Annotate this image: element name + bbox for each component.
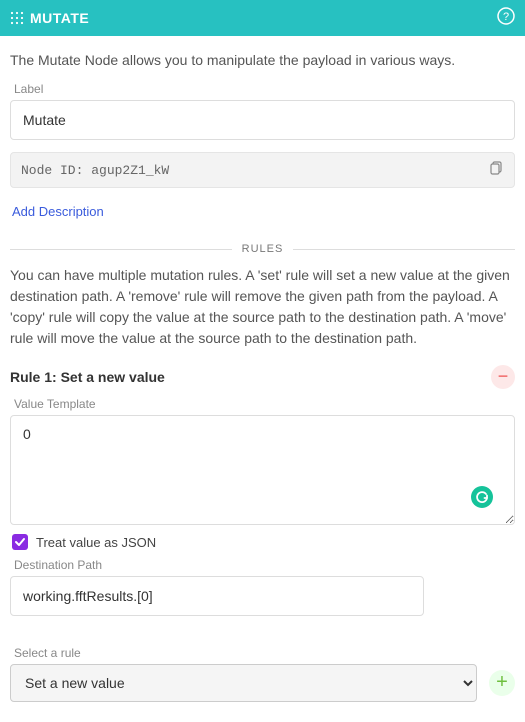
plus-icon: + (496, 672, 508, 692)
node-id-value: agup2Z1_kW (91, 163, 169, 178)
select-rule-row: Set a new value + (10, 664, 515, 702)
add-rule-button[interactable]: + (489, 670, 515, 696)
divider-line-right (293, 249, 515, 250)
rules-divider: RULES (10, 243, 515, 255)
remove-rule-button[interactable]: − (491, 365, 515, 389)
copy-icon[interactable] (490, 161, 504, 179)
treat-json-checkbox[interactable] (12, 534, 28, 550)
divider-line-left (10, 249, 232, 250)
label-field-label: Label (14, 82, 515, 96)
svg-text:?: ? (503, 11, 509, 23)
header-left: MUTATE (10, 10, 89, 26)
help-icon[interactable]: ? (497, 7, 515, 30)
rule-type-select[interactable]: Set a new value (10, 664, 477, 702)
destination-path-input[interactable] (10, 576, 424, 616)
value-template-label: Value Template (14, 397, 515, 411)
grammarly-icon[interactable] (471, 486, 493, 508)
value-template-wrap: 0 (10, 415, 515, 528)
mutate-icon (10, 11, 24, 25)
add-description-link[interactable]: Add Description (12, 204, 104, 219)
panel-title: MUTATE (30, 10, 89, 26)
value-template-input[interactable]: 0 (10, 415, 515, 525)
label-input[interactable] (10, 100, 515, 140)
node-id-text: Node ID: agup2Z1_kW (21, 163, 169, 178)
select-rule-label: Select a rule (14, 646, 515, 660)
rule-1-title: Rule 1: Set a new value (10, 369, 165, 385)
minus-icon: − (498, 367, 509, 385)
rules-description: You can have multiple mutation rules. A … (10, 265, 515, 349)
rules-heading: RULES (242, 243, 284, 255)
treat-json-label: Treat value as JSON (36, 535, 156, 550)
destination-path-label: Destination Path (14, 558, 515, 572)
panel-content: The Mutate Node allows you to manipulate… (0, 36, 525, 722)
treat-json-row: Treat value as JSON (12, 534, 515, 550)
intro-text: The Mutate Node allows you to manipulate… (10, 52, 515, 68)
node-id-box: Node ID: agup2Z1_kW (10, 152, 515, 188)
rule-1-header: Rule 1: Set a new value − (10, 365, 515, 389)
node-id-prefix: Node ID: (21, 163, 91, 178)
panel-header: MUTATE ? (0, 0, 525, 36)
